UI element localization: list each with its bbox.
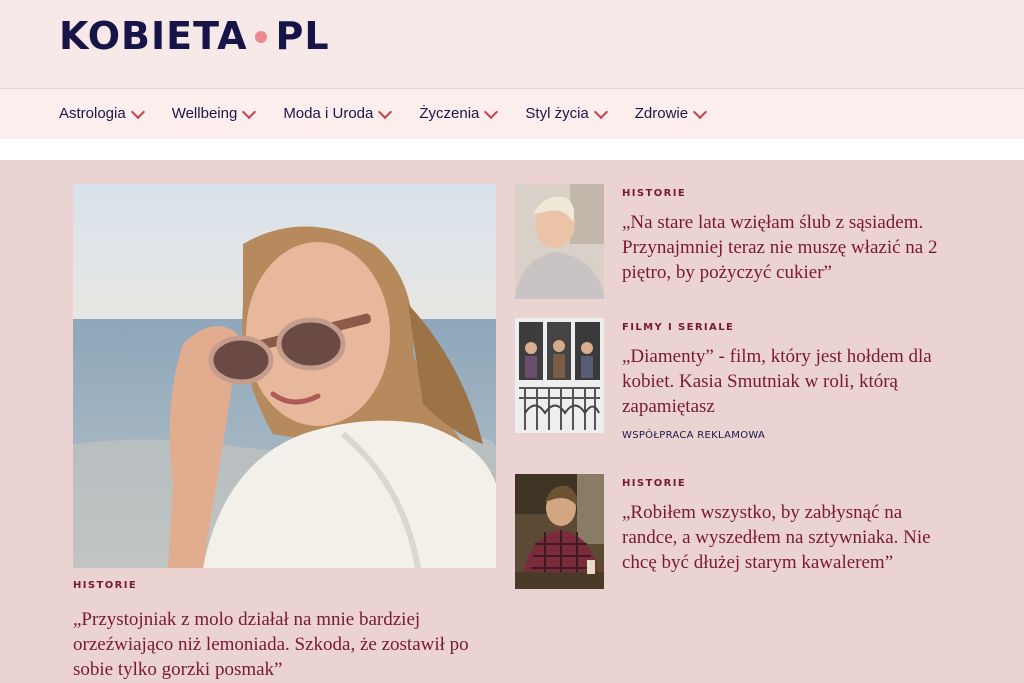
article-category[interactable]: HISTORIE (622, 188, 686, 199)
hero-category[interactable]: HISTORIE (73, 580, 137, 591)
article-thumbnail[interactable] (515, 184, 604, 299)
article-headline[interactable]: „Diamenty” - film, który jest hołdem dla… (622, 344, 952, 419)
nav-item-zyczenia[interactable]: Życzenia (419, 104, 499, 122)
nav-item-label: Styl życia (525, 105, 589, 122)
nav-item-label: Astrologia (59, 105, 126, 122)
chevron-down-icon (484, 104, 499, 119)
chevron-down-icon (242, 104, 257, 119)
article-thumbnail[interactable] (515, 318, 604, 433)
article-headline[interactable]: „Robiłem wszystko, by zabłysnąć na randc… (622, 500, 952, 575)
site-logo[interactable]: KOBIETA PL (59, 14, 330, 58)
article-thumbnail[interactable] (515, 474, 604, 589)
nav-item-moda-i-uroda[interactable]: Moda i Uroda (283, 104, 393, 122)
nav-item-label: Zdrowie (634, 105, 689, 122)
nav-item-label: Moda i Uroda (283, 105, 374, 122)
nav-item-label: Wellbeing (171, 105, 238, 122)
chevron-down-icon (130, 104, 145, 119)
logo-dot-icon (255, 31, 268, 43)
nav-item-label: Życzenia (419, 105, 480, 122)
nav-item-styl-zycia[interactable]: Styl życia (525, 104, 608, 122)
logo-suffix: PL (275, 14, 330, 58)
hero-headline[interactable]: „Przystojniak z molo działał na mnie bar… (73, 607, 493, 682)
article-category[interactable]: FILMY I SERIALE (622, 322, 734, 333)
chevron-down-icon (593, 104, 608, 119)
nav-item-zdrowie[interactable]: Zdrowie (634, 104, 708, 122)
main-navigation: Astrologia Wellbeing Moda i Uroda Życzen… (0, 88, 1024, 140)
nav-item-astrologia[interactable]: Astrologia (59, 104, 145, 122)
hero-image[interactable] (73, 184, 496, 568)
header-divider (0, 139, 1024, 160)
logo-text: KOBIETA (59, 14, 248, 58)
article-category[interactable]: HISTORIE (622, 478, 686, 489)
chevron-down-icon (693, 104, 708, 119)
content-area: HISTORIE „Przystojniak z molo działał na… (0, 160, 1024, 683)
article-headline[interactable]: „Na stare lata wzięłam ślub z sąsiadem. … (622, 210, 952, 285)
nav-item-wellbeing[interactable]: Wellbeing (171, 104, 257, 122)
site-header: KOBIETA PL (0, 0, 1024, 88)
chevron-down-icon (378, 104, 393, 119)
sponsored-label: WSPÓŁPRACA REKLAMOWA (622, 430, 766, 441)
